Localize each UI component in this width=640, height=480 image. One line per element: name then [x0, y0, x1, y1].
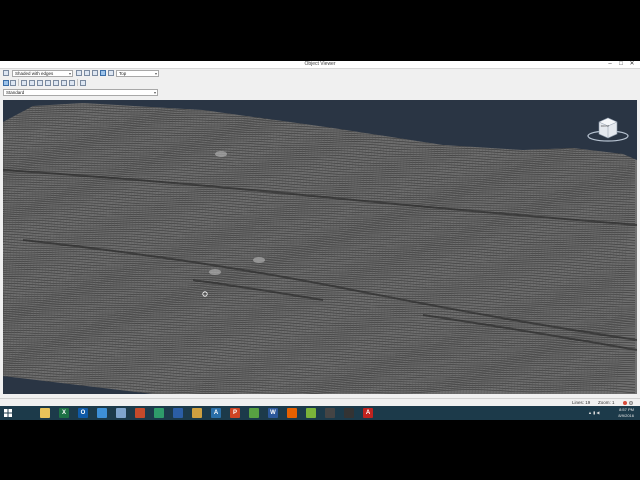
- pan-icon[interactable]: [76, 70, 82, 76]
- app-dark-icon[interactable]: [325, 408, 335, 418]
- terrain-mesh: [3, 103, 637, 394]
- 3d-viewport[interactable]: FRONT: [3, 100, 637, 394]
- file-explorer-icon[interactable]: [40, 408, 50, 418]
- zoom-icon[interactable]: [84, 70, 90, 76]
- close-button[interactable]: ✕: [628, 61, 636, 68]
- network-app-icon[interactable]: [154, 408, 164, 418]
- app-clock-icon[interactable]: [344, 408, 354, 418]
- crosshair-icon[interactable]: [80, 80, 86, 86]
- title-bar[interactable]: Object Viewer – □ ✕: [0, 61, 640, 69]
- minimize-button[interactable]: –: [606, 61, 614, 68]
- viewcube-graphic: [587, 117, 629, 142]
- app-green-icon[interactable]: [249, 408, 259, 418]
- toolbar-row-3: Standard ▾: [0, 88, 640, 97]
- zoom-window-icon[interactable]: [10, 80, 16, 86]
- chevron-down-icon: ▾: [153, 90, 156, 95]
- clock-date: 8/9/2016: [618, 413, 634, 418]
- visual-style-dropdown[interactable]: Shaded with edges ▾: [12, 70, 73, 77]
- autocad-a-icon[interactable]: A: [211, 408, 221, 418]
- visual-style-value: Shaded with edges: [15, 71, 54, 76]
- toolbar-row-1: Shaded with edges ▾ Top ▾: [0, 69, 640, 78]
- zoom-previous-icon[interactable]: [45, 80, 51, 86]
- chevron-down-icon: ▾: [68, 71, 71, 76]
- separator: [77, 79, 78, 86]
- separator: [18, 79, 19, 86]
- firefox-icon[interactable]: [287, 408, 297, 418]
- select-icon[interactable]: [3, 80, 9, 86]
- shaded-view-icon[interactable]: [108, 70, 114, 76]
- object-viewer-window: Object Viewer – □ ✕ Shaded with edges ▾ T…: [0, 61, 640, 407]
- view-value: Top: [119, 71, 127, 76]
- tool-app-icon[interactable]: [135, 408, 145, 418]
- settings-indicator-icon[interactable]: [629, 401, 633, 405]
- viewcube-face-label: FRONT: [600, 125, 610, 128]
- word-icon[interactable]: W: [268, 408, 278, 418]
- windows-taskbar: XOAPWA ▲ ▮ ◀ 8:57 PM 8/9/2016: [0, 406, 640, 420]
- zoom-out-icon[interactable]: [37, 80, 43, 86]
- app-gear-icon[interactable]: [192, 408, 202, 418]
- document-icon[interactable]: [116, 408, 126, 418]
- excel-icon[interactable]: X: [59, 408, 69, 418]
- window-title: Object Viewer: [304, 61, 336, 67]
- zoom-object-icon[interactable]: [69, 80, 75, 86]
- outlook-icon[interactable]: O: [78, 408, 88, 418]
- windows-start-icon[interactable]: [3, 408, 13, 418]
- status-indicator-icon[interactable]: [623, 401, 627, 405]
- maximize-button[interactable]: □: [617, 61, 625, 68]
- style-value: Standard: [6, 90, 25, 95]
- wireframe-view-icon[interactable]: [100, 70, 106, 76]
- zoom-all-icon[interactable]: [61, 80, 67, 86]
- zoom-extents-icon[interactable]: [21, 80, 27, 86]
- toolbar-row-2: [0, 78, 640, 88]
- photos-icon[interactable]: [97, 408, 107, 418]
- orbit-icon[interactable]: [92, 70, 98, 76]
- tray-icons[interactable]: ▲ ▮ ◀: [588, 410, 606, 416]
- app-lime-icon[interactable]: [306, 408, 316, 418]
- autocad-red-icon[interactable]: A: [363, 408, 373, 418]
- powerpoint-icon[interactable]: P: [230, 408, 240, 418]
- system-clock[interactable]: 8:57 PM 8/9/2016: [618, 407, 634, 419]
- save-icon[interactable]: [3, 70, 9, 76]
- app-blue-icon[interactable]: [173, 408, 183, 418]
- view-dropdown[interactable]: Top ▾: [116, 70, 159, 77]
- style-dropdown[interactable]: Standard ▾: [3, 89, 158, 96]
- zoom-realtime-icon[interactable]: [53, 80, 59, 86]
- chevron-down-icon: ▾: [154, 71, 157, 76]
- viewcube[interactable]: FRONT: [585, 116, 631, 144]
- zoom-in-icon[interactable]: [29, 80, 35, 86]
